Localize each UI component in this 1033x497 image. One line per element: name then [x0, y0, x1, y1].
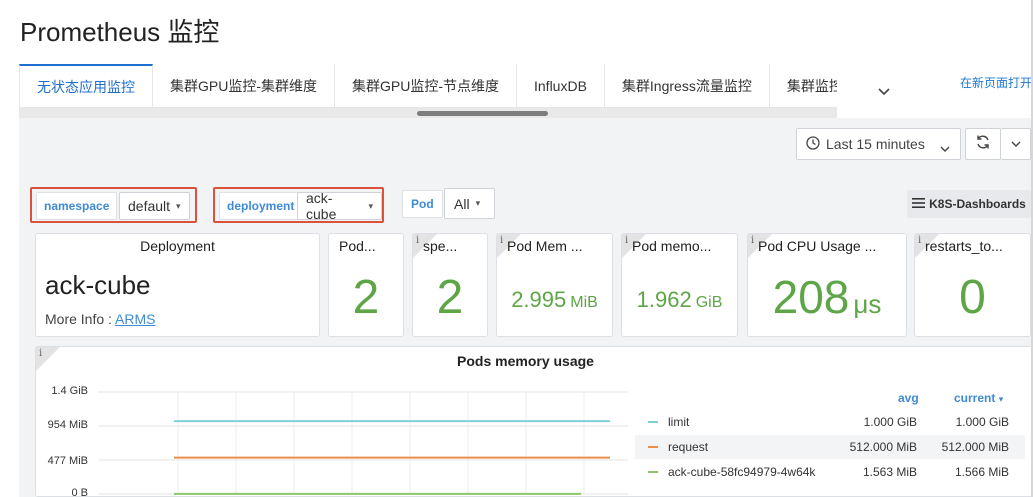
tab-stateless-app[interactable]: 无状态应用监控	[19, 64, 153, 107]
dashboard-tabs: 无状态应用监控 集群GPU监控-集群维度 集群GPU监控-节点维度 Influx…	[19, 64, 837, 118]
deployment-select[interactable]: ack-cube ▾	[297, 190, 382, 222]
pod-memory-stat: 1.962 GiB	[622, 287, 737, 313]
deployment-variable-label: deployment	[219, 192, 303, 220]
more-info: More Info : ARMS	[45, 311, 156, 327]
panel-title: Pod memo...	[632, 238, 712, 254]
legend-avg: 1.000 GiB	[863, 415, 917, 429]
pod-memory-value: 1.962	[636, 287, 692, 312]
refresh-button[interactable]	[965, 128, 1001, 160]
tab-influxdb[interactable]: InfluxDB	[517, 64, 605, 107]
legend-avg: 1.563 MiB	[862, 465, 917, 479]
sort-down-icon: ▾	[998, 394, 1004, 404]
tab-scrollbar[interactable]	[19, 108, 837, 118]
legend-row[interactable]: ack-cube-58fc94979-4w64k 1.563 MiB 1.566…	[635, 460, 1025, 484]
panel-title: restarts_to...	[925, 238, 1003, 254]
pod-mem-panel: i Pod Mem ... 2.995 MiB	[496, 233, 613, 337]
spec-value: 2	[436, 271, 464, 324]
tab-gpu-node[interactable]: 集群GPU监控-节点维度	[335, 64, 517, 107]
legend-avg: 512.000 MiB	[849, 440, 917, 454]
legend-row[interactable]: limit 1.000 GiB 1.000 GiB	[635, 410, 1025, 434]
pods-panel: Pod... 2	[328, 233, 404, 337]
legend-swatch	[648, 446, 658, 448]
tab-gpu-cluster[interactable]: 集群GPU监控-集群维度	[153, 64, 335, 107]
caret-down-icon: ▾	[176, 200, 181, 211]
legend-current: 1.566 MiB	[954, 465, 1009, 479]
tab-strip: 无状态应用监控 集群GPU监控-集群维度 集群GPU监控-节点维度 Influx…	[19, 64, 837, 108]
pods-value: 2	[352, 271, 380, 324]
pods-memory-graph-panel: i Pods memory usage 1.4 GiB 954 MiB 477 …	[35, 346, 1033, 497]
legend-name: limit	[668, 415, 690, 429]
legend-name: ack-cube-58fc94979-4w64k	[668, 465, 816, 479]
k8s-dashboards-link[interactable]: K8S-Dashboards	[907, 190, 1031, 218]
series-lines	[174, 420, 610, 495]
pod-value: All	[454, 195, 470, 212]
caret-down-icon: ▾	[475, 198, 481, 208]
pod-mem-unit: MiB	[570, 294, 598, 311]
pod-memory-panel: i Pod memo... 1.962 GiB	[621, 233, 738, 337]
refresh-interval-dropdown[interactable]	[1001, 128, 1031, 160]
namespace-select[interactable]: default ▾	[119, 192, 190, 220]
page-title: Prometheus 监控	[20, 17, 220, 47]
chevron-down-icon	[940, 140, 950, 156]
open-in-new-page-link[interactable]: 在新页面打开	[960, 74, 1032, 91]
panel-title: Pod Mem ...	[507, 238, 583, 254]
pod-memory-unit: GiB	[695, 294, 723, 311]
pod-mem-value: 2.995	[511, 287, 567, 312]
info-icon[interactable]: i	[416, 235, 419, 246]
pod-variable-label: Pod	[402, 190, 443, 218]
pod-select[interactable]: All ▾	[444, 188, 495, 219]
legend-header-current-label: current	[954, 391, 996, 405]
info-icon[interactable]: i	[751, 235, 754, 246]
tab-cluster-overview[interactable]: 集群监控概览	[770, 64, 837, 107]
panel-title: Deployment	[140, 238, 215, 254]
restarts-value: 0	[959, 271, 986, 324]
panel-title: Pod...	[339, 238, 376, 254]
tab-scroll-thumb[interactable]	[417, 111, 548, 116]
legend-current: 512.000 MiB	[941, 440, 1009, 454]
pod-cpu-unit: μs	[853, 289, 882, 319]
restarts-panel: i restarts_to... 0	[914, 233, 1031, 337]
info-icon[interactable]: i	[918, 235, 921, 246]
legend-name: request	[668, 440, 709, 454]
pod-cpu-panel: i Pod CPU Usage ... 208 μs	[747, 233, 907, 337]
legend-header-avg[interactable]: avg	[898, 391, 919, 405]
legend-header-current[interactable]: current ▾	[954, 391, 1003, 405]
panel-title: spe...	[423, 238, 458, 254]
deployment-value: ack-cube	[306, 190, 337, 222]
legend-current: 1.000 GiB	[955, 415, 1009, 429]
chevron-down-icon	[1011, 135, 1021, 153]
chevron-down-icon[interactable]	[873, 84, 895, 100]
refresh-icon	[975, 134, 991, 155]
memory-plot	[98, 391, 628, 495]
deployment-variable-highlight: deployment ack-cube ▾	[213, 187, 384, 223]
legend-swatch	[648, 471, 658, 473]
caret-down-icon: ▾	[368, 200, 373, 211]
pod-cpu-stat: 208 μs	[748, 270, 906, 324]
info-icon[interactable]: i	[500, 235, 503, 246]
deployment-name: ack-cube	[45, 270, 151, 300]
menu-bars-icon	[912, 197, 926, 211]
k8s-dashboards-label: K8S-Dashboards	[929, 197, 1026, 211]
spec-panel: i spe... 2	[412, 233, 488, 337]
namespace-value: default	[128, 198, 171, 214]
time-range-picker[interactable]: Last 15 minutes	[796, 128, 961, 160]
deployment-panel: Deployment ack-cube More Info : ARMS	[35, 233, 320, 337]
namespace-variable-highlight: namespace default ▾	[30, 187, 197, 223]
clock-icon	[806, 135, 820, 153]
time-range-label: Last 15 minutes	[826, 136, 925, 152]
more-info-label: More Info :	[45, 311, 116, 327]
arms-link[interactable]: ARMS	[115, 311, 155, 327]
legend-swatch	[648, 421, 658, 423]
tab-ingress[interactable]: 集群Ingress流量监控	[605, 64, 770, 107]
info-icon[interactable]: i	[625, 235, 628, 246]
pod-mem-stat: 2.995 MiB	[497, 287, 612, 313]
grafana-dashboard: Last 15 minutes namespace default ▾ depl…	[19, 118, 1033, 497]
plot-grid	[98, 391, 628, 495]
namespace-variable-label: namespace	[36, 192, 118, 220]
panel-title: Pod CPU Usage ...	[758, 238, 877, 254]
legend-row[interactable]: request 512.000 MiB 512.000 MiB	[635, 435, 1025, 459]
pod-cpu-value: 208	[772, 271, 850, 323]
